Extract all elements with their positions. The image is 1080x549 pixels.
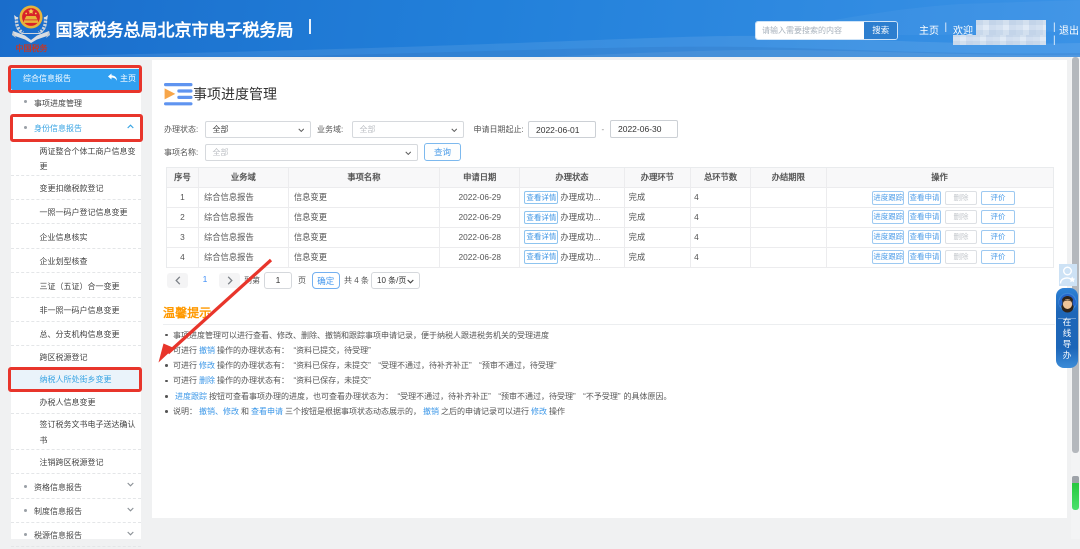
svg-text:中国税务: 中国税务 [16,43,49,53]
